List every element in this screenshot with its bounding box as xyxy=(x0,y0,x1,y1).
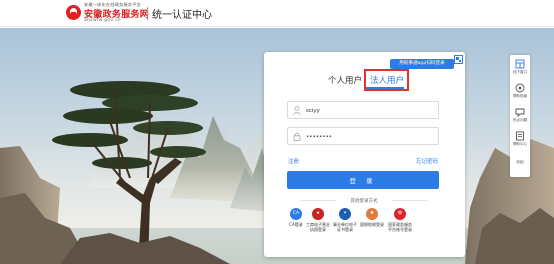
lock-icon xyxy=(293,132,301,141)
login-method-business-license[interactable]: ★ 工商电子营业执照登录 xyxy=(306,208,330,232)
window-icon xyxy=(515,59,525,69)
question-icon xyxy=(515,108,525,117)
sidebar-item-label: 热点问题 xyxy=(512,118,528,122)
ahzwfw-logo-icon[interactable] xyxy=(66,5,81,20)
login-method-label: 工商电子营业执照登录 xyxy=(306,222,330,232)
login-method-label: 国家政务服务平台账号登录 xyxy=(388,222,412,232)
sidebar-item-guide[interactable]: 帮助指南 xyxy=(510,83,530,99)
username-input[interactable] xyxy=(306,104,434,117)
sidebar-item-label: 帮助中心 xyxy=(512,142,528,146)
username-field[interactable] xyxy=(287,101,439,119)
forgot-password-link[interactable]: 忘记密码 xyxy=(416,157,438,165)
login-button[interactable]: 登 录 xyxy=(287,171,439,189)
annotation-highlight-box xyxy=(364,69,409,91)
qr-code-icon[interactable] xyxy=(454,55,463,64)
logo-site-url: ahzwfw.gov.cn xyxy=(84,18,121,23)
guide-icon xyxy=(515,83,525,93)
tax-icon: ✹ xyxy=(366,208,378,220)
password-input[interactable] xyxy=(306,130,434,143)
login-method-label: 事业单位电子证书登录 xyxy=(333,222,357,232)
register-link[interactable]: 注册 xyxy=(288,157,299,165)
login-method-public-institution[interactable]: ✦ 事业单位电子证书登录 xyxy=(333,208,357,232)
login-method-tax[interactable]: ✹ 国税地税登录 xyxy=(360,208,384,227)
sidebar-item-hot-questions[interactable]: 热点问题 xyxy=(510,107,530,123)
public-institution-icon: ✦ xyxy=(339,208,351,220)
page-title: 统一认证中心 xyxy=(152,10,212,21)
help-center-icon xyxy=(516,131,524,141)
login-method-national-platform[interactable]: ✪ 国家政务服务平台账号登录 xyxy=(388,208,412,232)
site-header: 安徽一体化在线政务服务平台 安徽政务服务网 ahzwfw.gov.cn 统一认证… xyxy=(0,0,554,27)
right-float-sidebar: 线下窗口 帮助指南 热点问题 帮助中心 收起 xyxy=(510,55,530,177)
password-field[interactable] xyxy=(287,127,439,145)
sidebar-item-label: 帮助指南 xyxy=(512,94,528,98)
header-divider xyxy=(147,7,148,20)
sidebar-item-label: 线下窗口 xyxy=(512,70,528,74)
login-method-label: 国税地税登录 xyxy=(360,222,384,227)
sidebar-item-help-center[interactable]: 帮助中心 xyxy=(510,131,530,147)
sidebar-item-offline-window[interactable]: 线下窗口 xyxy=(510,59,530,75)
national-platform-icon: ✪ xyxy=(394,208,406,220)
other-login-methods-title: 其他登录方式 xyxy=(350,199,378,204)
login-method-label: CA登录 xyxy=(289,222,303,227)
sidebar-collapse-label: 收起 xyxy=(516,160,524,164)
login-method-ca[interactable]: CA CA登录 xyxy=(284,208,308,227)
tab-personal-user[interactable]: 个人用户 xyxy=(328,74,362,86)
user-icon xyxy=(293,106,301,115)
sidebar-item-collapse[interactable]: 收起 xyxy=(510,159,530,165)
qr-login-tip[interactable]: 用皖事通app扫码登录 xyxy=(390,59,454,69)
business-license-icon: ★ xyxy=(312,208,324,220)
divider-line-left xyxy=(300,200,336,201)
divider-line-right xyxy=(392,200,428,201)
ca-icon: CA xyxy=(290,208,302,220)
